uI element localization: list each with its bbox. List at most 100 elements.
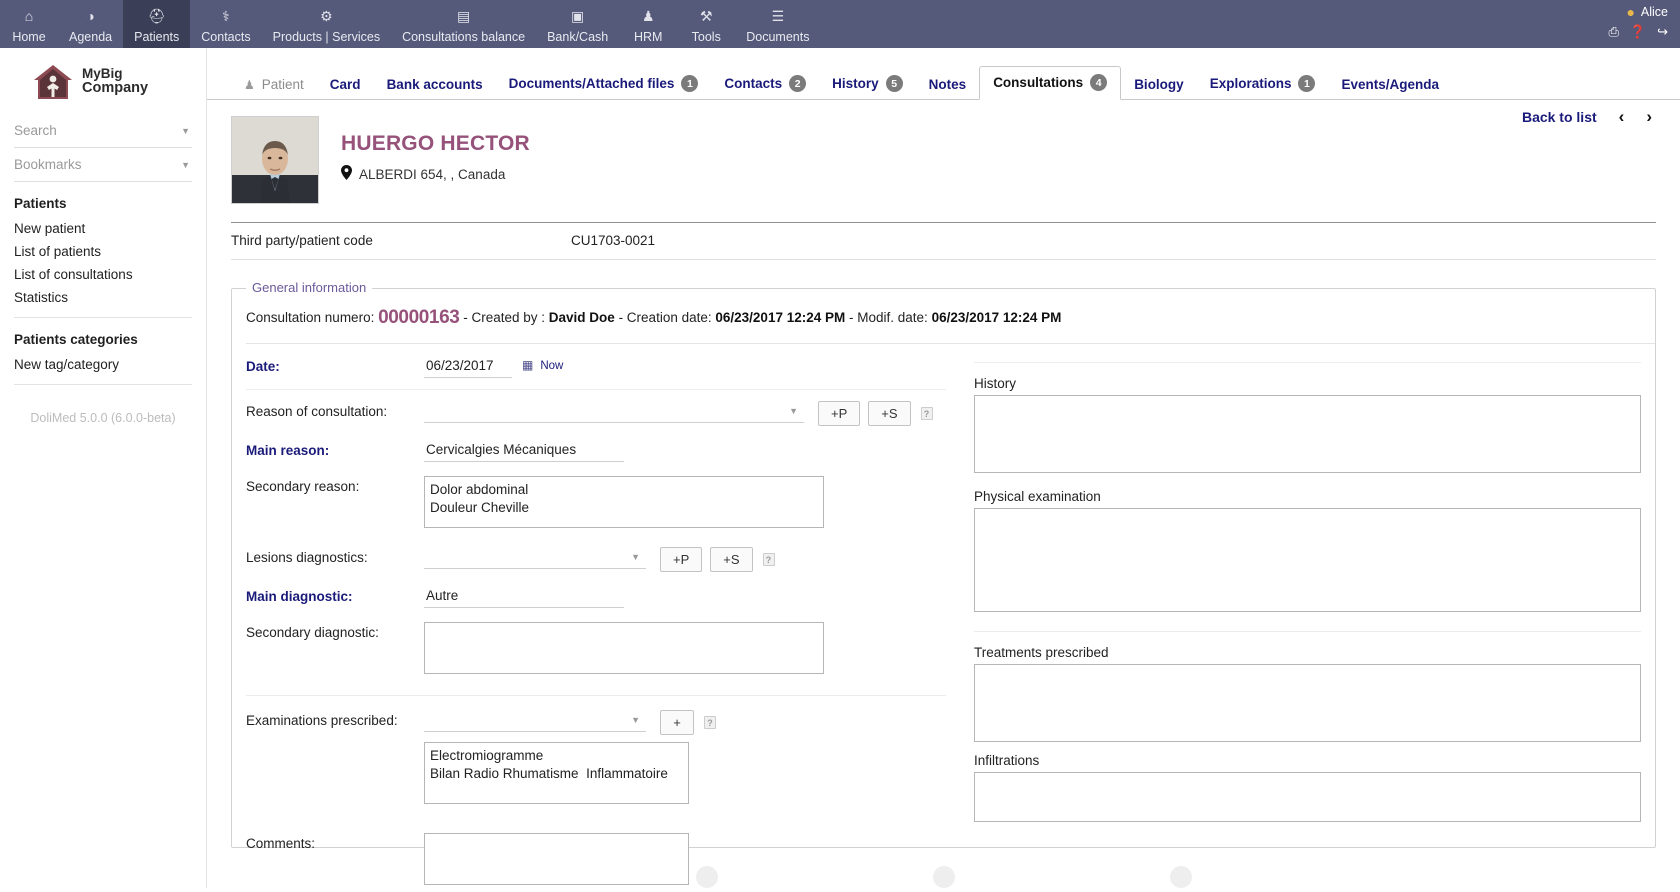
print-icon[interactable]: ⎙ [1609,25,1619,38]
reason-select[interactable] [424,401,804,423]
tab-badge: 1 [681,75,698,92]
tab-label: Card [330,77,361,92]
lesions-diagnostics-select[interactable] [424,547,646,569]
action-button[interactable] [933,866,955,888]
nav-item-hrm[interactable]: ♟HRM [619,0,677,48]
nav-item-label: Bank/Cash [547,30,608,44]
reason-label: Reason of consultation: [246,401,424,419]
tab-patient[interactable]: ♟Patient [231,70,317,100]
documents-icon: ☰ [772,6,785,26]
tab-label: History [832,76,879,91]
date-now-link[interactable]: Now [540,360,563,372]
add-primary-diagnostic-button[interactable]: +P [660,547,702,572]
divider [231,259,1656,260]
add-examination-button[interactable]: + [660,710,694,735]
tab-label: Explorations [1210,76,1292,91]
examinations-textarea[interactable] [424,742,689,804]
main-diagnostic-input[interactable] [424,586,624,608]
user-menu[interactable]: ●Alice [1626,5,1668,19]
sidebar-item-list-of-consultations[interactable]: List of consultations [14,263,192,286]
help-icon[interactable]: ? [921,407,933,420]
infiltrations-label: Infiltrations [974,745,1641,772]
help-icon[interactable]: ? [704,716,716,729]
help-icon[interactable]: ? [763,553,775,566]
nav-item-products-services[interactable]: ⚙Products | Services [262,0,391,48]
sidebar-group: Patients categoriesNew tag/category [14,318,192,385]
bookmarks-dropdown[interactable]: Bookmarks ▼ [14,148,192,182]
treatments-prescribed-textarea[interactable] [974,664,1641,742]
tab-contacts[interactable]: Contacts2 [711,68,819,100]
add-primary-reason-button[interactable]: +P [818,401,860,426]
nav-item-documents[interactable]: ☰ Documents [735,0,820,48]
lesions-diagnostics-row: Lesions diagnostics: ▼ +P +S ? [246,535,946,579]
tab-bank-accounts[interactable]: Bank accounts [374,70,496,100]
chevron-down-icon: ▼ [181,126,190,136]
tab-badge: 1 [1298,75,1315,92]
logout-icon[interactable]: ↪ [1657,25,1668,38]
infiltrations-textarea[interactable] [974,772,1641,822]
nav-item-bank-cash[interactable]: ▣Bank/Cash [536,0,619,48]
secondary-reason-textarea[interactable] [424,476,824,528]
add-secondary-reason-button[interactable]: +S [868,401,910,426]
nav-item-tools[interactable]: ⚒Tools [677,0,735,48]
help-icon[interactable]: ❓ [1630,25,1646,38]
sidebar-item-statistics[interactable]: Statistics [14,286,192,309]
tab-history[interactable]: History5 [819,68,916,100]
sidebar-item-new-patient[interactable]: New patient [14,217,192,240]
examinations-select[interactable] [424,710,646,732]
nav-item-contacts[interactable]: ⚕Contacts [190,0,261,48]
home-icon: ⌂ [25,6,33,26]
divider [974,631,1641,632]
add-secondary-diagnostic-button[interactable]: +S [710,547,752,572]
previous-record-button[interactable]: ‹ [1619,108,1625,125]
location-pin-icon [341,165,352,183]
date-input[interactable] [424,356,512,378]
next-record-button[interactable]: › [1646,108,1652,125]
tab-card[interactable]: Card [317,70,374,100]
tab-consultations[interactable]: Consultations4 [979,66,1121,100]
sidebar-group: PatientsNew patientList of patientsList … [14,182,192,318]
nav-action-icons: ⎙ ❓ ↪ [1609,25,1669,38]
created-by-label: - Created by : [463,310,545,325]
tab-label: Consultations [993,75,1083,90]
action-button[interactable] [696,866,718,888]
company-logo[interactable]: MyBig Company [14,48,192,114]
nav-item-home[interactable]: ⌂Home [0,0,58,48]
secondary-diagnostic-textarea[interactable] [424,622,824,674]
calendar-icon[interactable]: ▦ [522,358,533,372]
nav-item-label: Consultations balance [402,30,525,44]
back-to-list-link[interactable]: Back to list [1522,109,1597,125]
user-name: Alice [1641,5,1668,19]
nav-item-patients[interactable]: ⛑Patients [123,0,190,48]
action-button[interactable] [1170,866,1192,888]
tab-explorations[interactable]: Explorations 1 [1197,68,1329,100]
tab-notes[interactable]: Notes [916,70,980,100]
lesions-diagnostics-label: Lesions diagnostics: [246,547,424,565]
tab-label: Bank accounts [387,77,483,92]
created-by-value: David Doe [549,310,615,325]
tab-documents-attached-files[interactable]: Documents/Attached files1 [496,68,712,100]
right-form-column: History Physical examination Treatments … [946,344,1641,892]
physical-examination-textarea[interactable] [974,508,1641,612]
examinations-spacer [246,742,424,745]
tab-biology[interactable]: Biology [1121,70,1197,100]
tab-badge: 2 [789,75,806,92]
tools-icon: ⚒ [700,6,713,26]
history-textarea[interactable] [974,395,1641,473]
nav-item-agenda[interactable]: ◑Agenda [58,0,123,48]
secondary-reason-label: Secondary reason: [246,476,424,494]
tab-events-agenda[interactable]: Events/Agenda [1328,70,1452,100]
tab-label: Notes [929,77,967,92]
consultation-number: 00000163 [378,307,459,328]
chevron-down-icon: ▼ [181,160,190,170]
examinations-list-row [246,742,946,811]
nav-item-label: Documents [746,30,809,44]
nav-item-consultations-balance[interactable]: ▤Consultations balance [391,0,536,48]
sidebar-menu: PatientsNew patientList of patientsList … [14,182,192,385]
patient-address-text: ALBERDI 654, , Canada [359,167,505,182]
fieldset-legend: General information [246,280,372,295]
sidebar-item-new-tag-category[interactable]: New tag/category [14,353,192,376]
sidebar-item-list-of-patients[interactable]: List of patients [14,240,192,263]
search-input[interactable]: Search ▼ [14,114,192,148]
main-reason-input[interactable] [424,440,624,462]
